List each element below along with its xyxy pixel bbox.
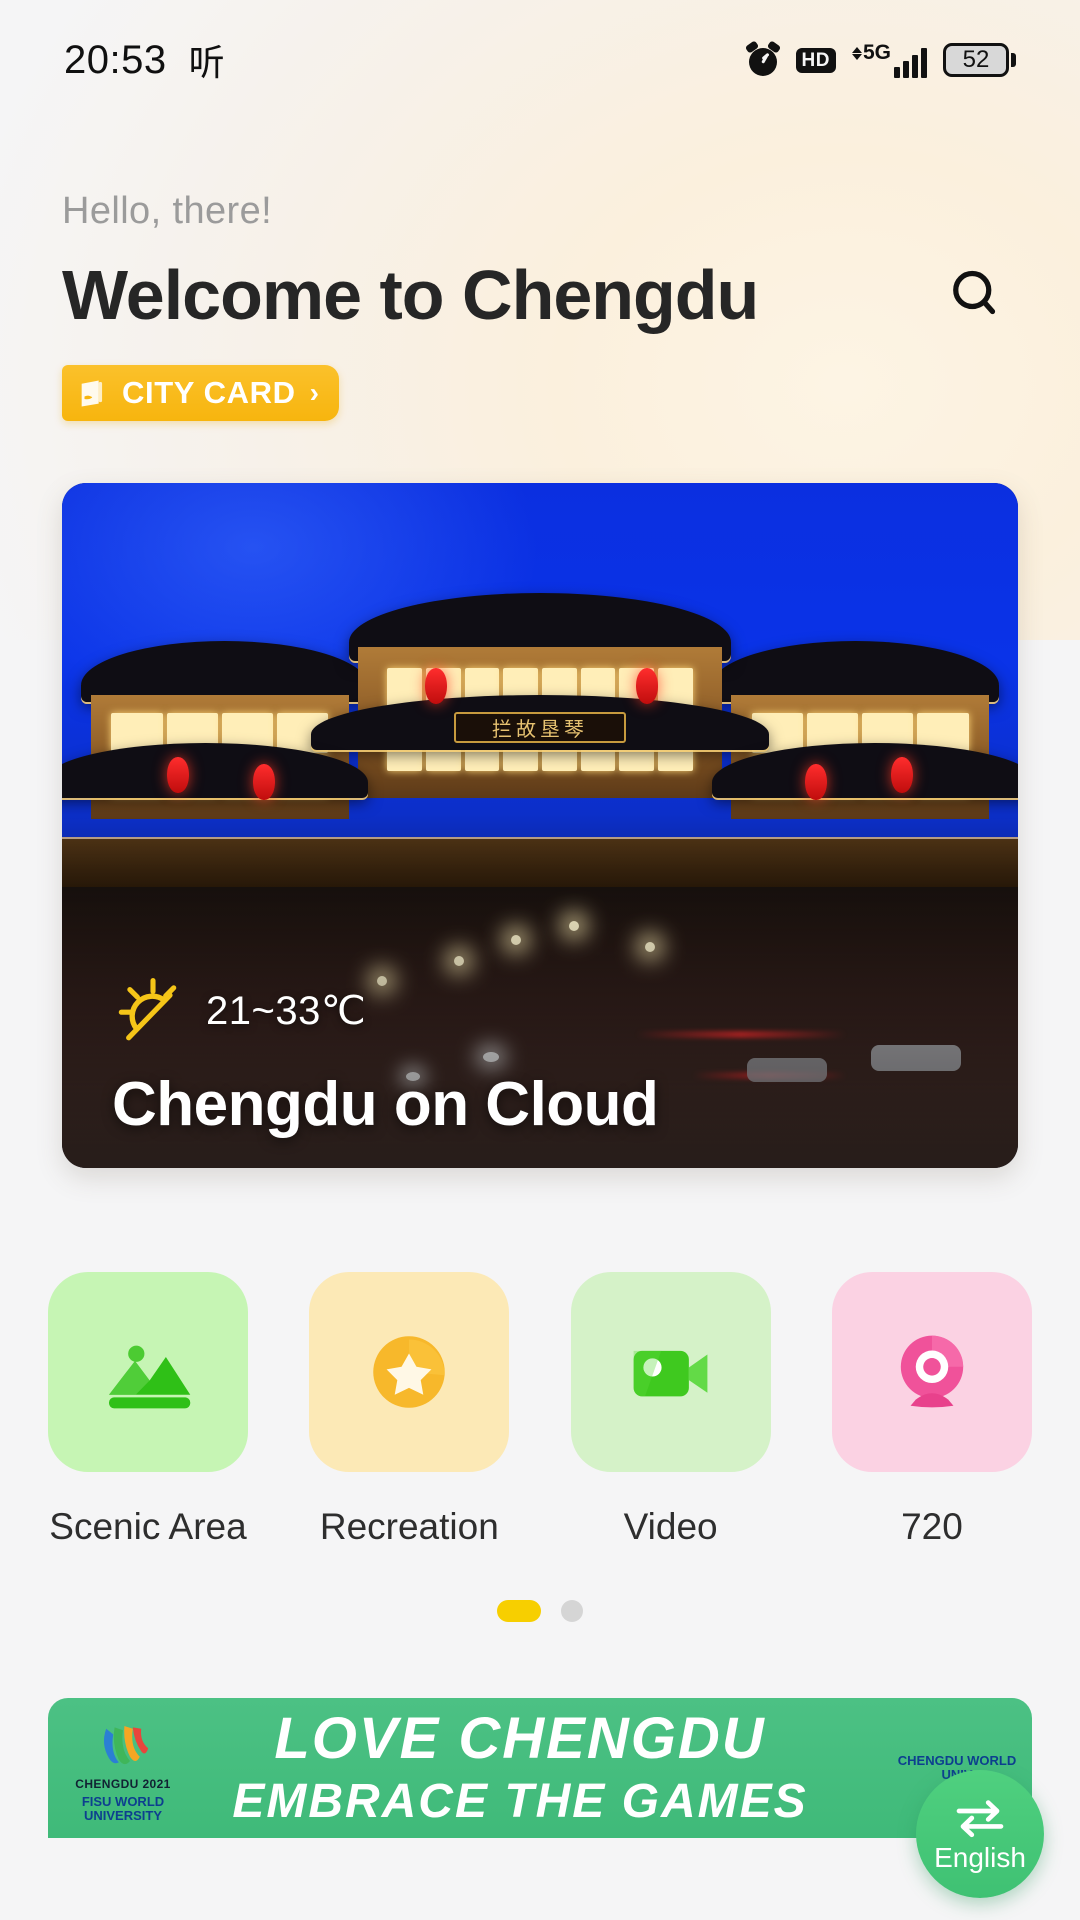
hero-title: Chengdu on Cloud <box>112 1070 659 1139</box>
battery-level: 52 <box>962 46 990 73</box>
chevron-right-icon: › <box>309 377 319 408</box>
logo-year: CHENGDU 2021 <box>75 1777 171 1792</box>
category-tile <box>570 1272 771 1472</box>
star-badge-icon <box>373 1336 446 1408</box>
hd-icon: HD <box>795 47 836 73</box>
category-tile <box>48 1272 248 1472</box>
category-label: 720 <box>901 1506 963 1547</box>
promo-banner[interactable]: CHENGDU 2021 FISU WORLD UNIVERSITY LOVE … <box>48 1698 1032 1838</box>
alarm-clock-icon <box>744 40 781 77</box>
category-grid: Scenic Area Recreation Video 720 <box>0 1168 1080 1548</box>
banner-line-2: EMBRACE THE GAMES <box>232 1775 808 1828</box>
title-row: Welcome to Chengdu <box>62 255 1018 335</box>
hero-card[interactable]: 拦故垦琴 21~33℃ Chengdu on Cloud <box>62 483 1018 1168</box>
network-label: 5G <box>862 41 891 64</box>
category-label: Scenic Area <box>49 1506 247 1547</box>
sun-icon <box>118 977 177 1041</box>
listening-indicator: 听 <box>188 43 225 84</box>
gate-plaque: 拦故垦琴 <box>453 712 627 744</box>
status-bar-right: HD 5G 52 <box>744 40 1016 78</box>
category-tile <box>309 1272 510 1472</box>
weather-row: 21~33℃ <box>114 972 366 1050</box>
category-item-scenic-area[interactable]: Scenic Area <box>48 1272 248 1548</box>
greeting-text: Hello, there! <box>62 190 273 232</box>
search-button[interactable] <box>940 259 1012 331</box>
pagination-dot[interactable] <box>561 1600 583 1622</box>
panorama-camera-icon <box>900 1335 964 1408</box>
chengdu-2021-emblem-icon <box>103 1726 149 1765</box>
status-bar-left: 20:53 听 <box>64 34 225 86</box>
pagination-dot-active[interactable] <box>497 1600 541 1622</box>
mountain-image-icon <box>109 1345 191 1409</box>
language-label: English <box>934 1842 1026 1873</box>
logo-subtitle: FISU WORLD UNIVERSITY <box>81 1794 165 1823</box>
category-label: Recreation <box>319 1506 499 1547</box>
page-header: Hello, there! Welcome to Chengdu CITY CA… <box>0 120 1080 421</box>
signal-5g-icon: 5G <box>851 41 927 78</box>
category-item-video[interactable]: Video <box>570 1272 771 1548</box>
temperature-text: 21~33℃ <box>206 989 367 1033</box>
search-icon <box>953 270 996 315</box>
swap-arrows-icon <box>956 1800 1004 1838</box>
city-card-label: CITY CARD <box>122 375 296 410</box>
category-tile <box>831 1272 1032 1472</box>
category-item-720[interactable]: 720 <box>831 1272 1032 1548</box>
fisu-logo: CHENGDU 2021 FISU WORLD UNIVERSITY <box>48 1698 198 1838</box>
language-switch-button[interactable]: English <box>916 1770 1044 1898</box>
status-bar: 20:53 听 HD 5G 52 <box>0 0 1080 120</box>
page-title: Welcome to Chengdu <box>62 256 759 334</box>
category-item-recreation[interactable]: Recreation <box>309 1272 510 1548</box>
category-label: Video <box>623 1506 718 1547</box>
video-camera-icon <box>633 1350 708 1397</box>
pagination-dots[interactable] <box>0 1600 1080 1622</box>
card-icon <box>76 376 110 410</box>
status-time: 20:53 <box>64 37 167 82</box>
city-card-button[interactable]: CITY CARD › <box>62 365 339 421</box>
banner-line-1: LOVE CHENGDU <box>274 1706 766 1771</box>
banner-text: LOVE CHENGDU EMBRACE THE GAMES <box>198 1710 882 1826</box>
battery-icon: 52 <box>943 43 1016 77</box>
